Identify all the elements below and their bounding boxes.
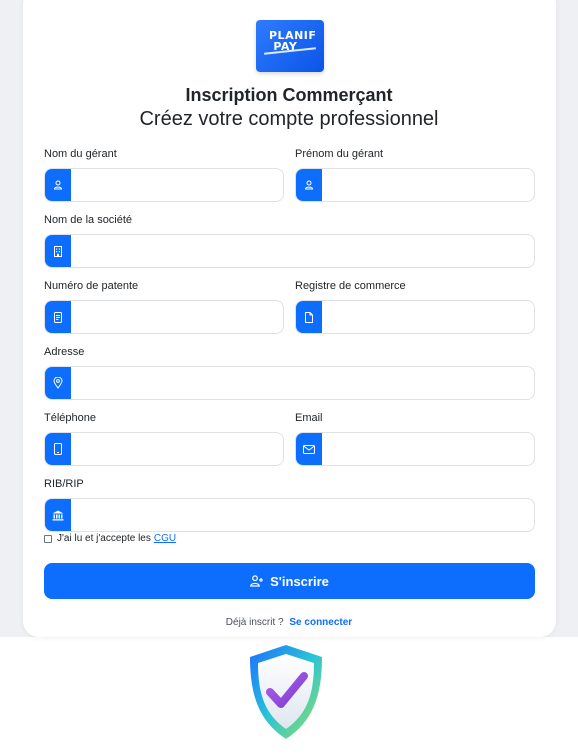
phone-icon <box>45 433 71 465</box>
document-icon <box>45 301 71 333</box>
telephone-label: Téléphone <box>44 412 96 424</box>
email-input[interactable] <box>322 433 534 465</box>
bank-icon <box>45 499 71 531</box>
registre-field[interactable] <box>295 300 535 334</box>
nom-gerant-label: Nom du gérant <box>44 148 117 160</box>
cgu-link[interactable]: CGU <box>154 532 176 546</box>
email-field[interactable] <box>295 432 535 466</box>
nom-gerant-field[interactable] <box>44 168 284 202</box>
patente-label: Numéro de patente <box>44 280 139 292</box>
registre-label: Registre de commerce <box>295 280 406 292</box>
adresse-label: Adresse <box>44 346 85 358</box>
telephone-field[interactable] <box>44 432 284 466</box>
societe-field[interactable] <box>44 234 535 268</box>
page-subtitle: Créez votre compte professionnel <box>139 108 439 130</box>
envelope-icon <box>296 433 322 465</box>
telephone-input[interactable] <box>71 433 283 465</box>
page-title: Inscription Commerçant <box>185 85 393 105</box>
prenom-gerant-field[interactable] <box>295 168 535 202</box>
login-link[interactable]: Se connecter <box>289 617 352 628</box>
prenom-gerant-input[interactable] <box>322 169 534 201</box>
email-label: Email <box>295 412 323 424</box>
building-icon <box>45 235 71 267</box>
user-plus-icon <box>250 575 264 587</box>
user-icon <box>296 169 322 201</box>
already-registered-text: Déjà inscrit ? <box>225 617 284 628</box>
login-prompt: Déjà inscrit ? Se connecter <box>0 617 578 628</box>
nom-gerant-input[interactable] <box>71 169 283 201</box>
security-shield-icon <box>250 645 322 739</box>
adresse-input[interactable] <box>71 367 534 399</box>
rib-input[interactable] <box>71 499 534 531</box>
cgu-checkbox[interactable] <box>44 535 52 543</box>
rib-label: RIB/RIP <box>44 478 84 490</box>
file-icon <box>296 301 322 333</box>
planif-pay-logo: PLANIF PAY <box>256 20 324 72</box>
signup-button-label: S'inscrire <box>270 573 329 589</box>
signup-button[interactable]: S'inscrire <box>44 563 535 599</box>
location-pin-icon <box>45 367 71 399</box>
cgu-row: J'ai lu et j'accepte les CGU <box>44 532 176 546</box>
user-icon <box>45 169 71 201</box>
rib-field[interactable] <box>44 498 535 532</box>
societe-label: Nom de la société <box>44 214 133 226</box>
societe-input[interactable] <box>71 235 534 267</box>
patente-input[interactable] <box>71 301 283 333</box>
prenom-gerant-label: Prénom du gérant <box>295 148 384 160</box>
cgu-text: J'ai lu et j'accepte les <box>57 533 151 544</box>
adresse-field[interactable] <box>44 366 535 400</box>
registre-input[interactable] <box>322 301 534 333</box>
patente-field[interactable] <box>44 300 284 334</box>
